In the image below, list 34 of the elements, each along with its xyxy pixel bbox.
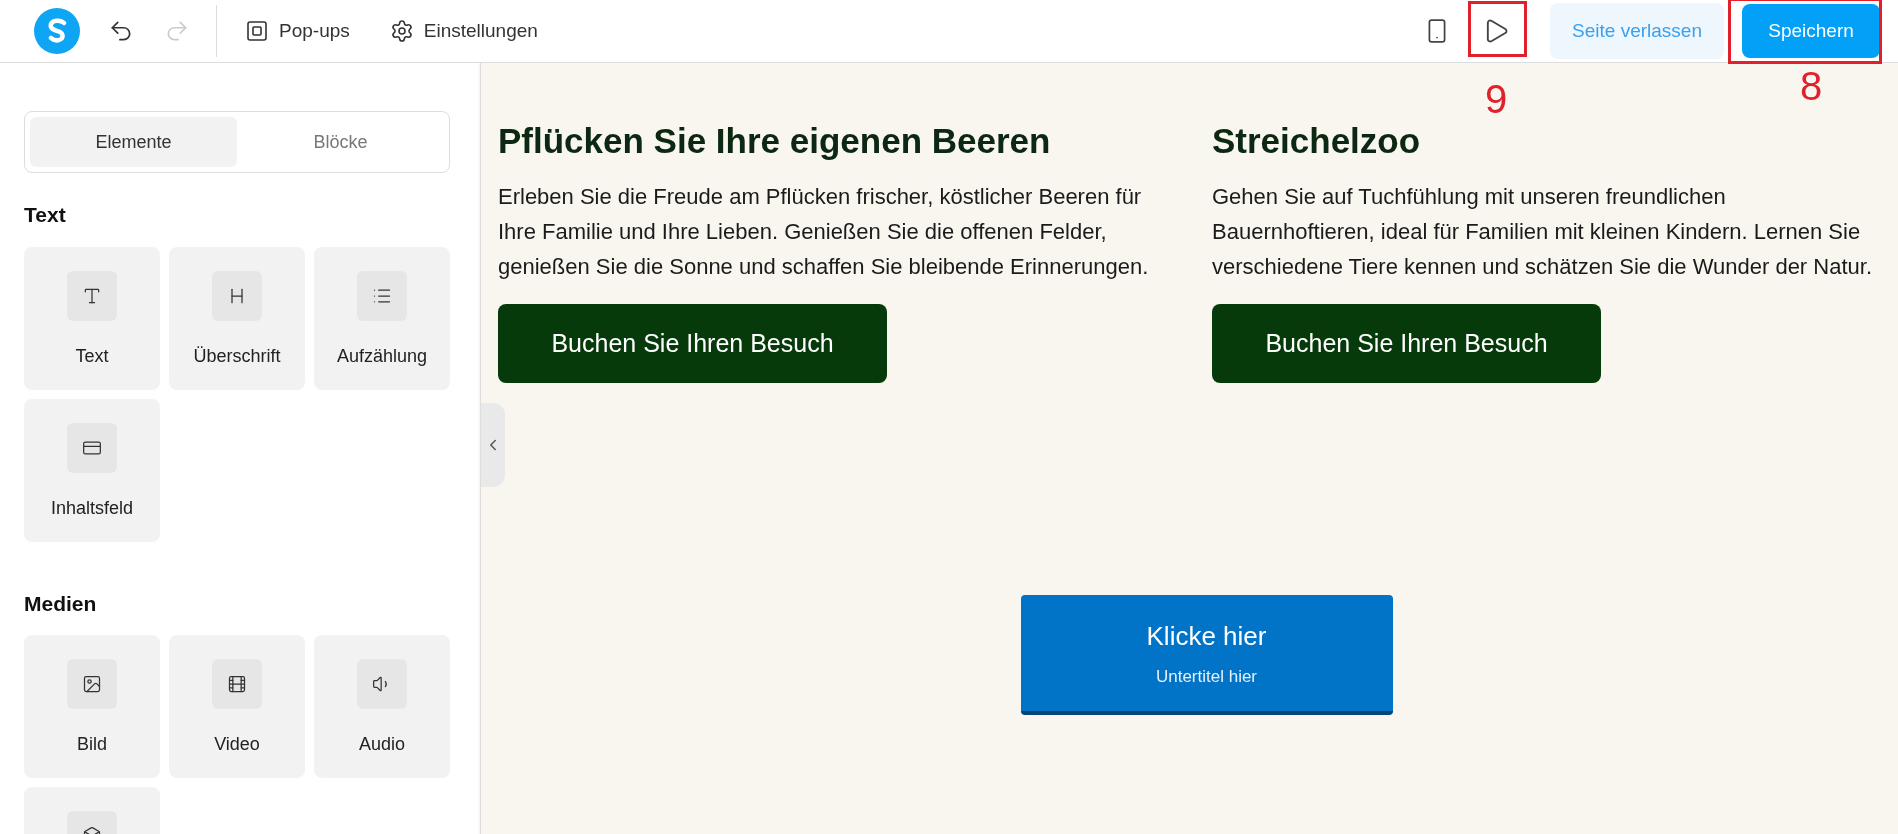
image-icon (67, 659, 117, 709)
list-icon (357, 270, 407, 321)
section-heading: Streichelzoo (1212, 120, 1422, 162)
book-visit-button[interactable]: Buchen Sie Ihren Besuch (498, 303, 887, 383)
element-tile[interactable]: Video (169, 635, 305, 778)
element-tile[interactable]: Bild (24, 635, 160, 778)
film-icon (212, 659, 262, 709)
settings-icon (389, 19, 414, 43)
element-tile[interactable]: Audio (314, 635, 450, 778)
toolbar-menu-button[interactable]: Pop-ups (245, 16, 350, 46)
heading-icon (212, 270, 262, 321)
logo-icon (34, 8, 80, 54)
annotation-box (1468, 1, 1528, 57)
element-tile[interactable]: Text (24, 246, 160, 390)
book-visit-button[interactable]: Buchen Sie Ihren Besuch (1212, 303, 1601, 383)
text-icon (67, 270, 117, 321)
popup-icon (245, 19, 269, 43)
section-heading: Pflücken Sie Ihre eigenen Beeren (498, 120, 1052, 162)
speaker-icon (357, 659, 407, 709)
call-to-action-button[interactable]: Klicke hier Untertitel hier (1020, 594, 1393, 715)
section-text: Gehen Sie auf Tuchfühlung mit unseren freundlichen Bauernhoftieren, ideal für Familien mit kleinen Kindern. Lernen Sie verschiedene Tiere kennen und schätzen Sie die Wunder der Natur. (1212, 182, 1873, 281)
element-tile[interactable]: Überschrift (169, 246, 305, 390)
sidebar-tab[interactable]: Blöcke (237, 117, 444, 167)
collapse-handle[interactable] (481, 403, 505, 487)
sidebar-tab[interactable]: Elemente (30, 117, 237, 167)
content-box-icon (67, 422, 117, 473)
section-title: Text (24, 202, 67, 228)
annotation-number: 8 (1799, 66, 1823, 106)
element-tile[interactable]: Aufzählung (314, 246, 450, 390)
annotation-number: 9 (1484, 79, 1508, 119)
toolbar-menu-button[interactable]: Einstellungen (389, 16, 538, 46)
section-text: Erleben Sie die Freude am Pflücken frischer, köstlicher Beeren für Ihre Familie und Ihre Lieben. Genießen Sie die offenen Felder, genießen Sie die Sonne und schaffen Sie bleibende Erinnerungen. (498, 182, 1150, 281)
section-title: Medien (24, 590, 98, 617)
element-tile[interactable]: Inhaltsfeld (24, 398, 160, 542)
